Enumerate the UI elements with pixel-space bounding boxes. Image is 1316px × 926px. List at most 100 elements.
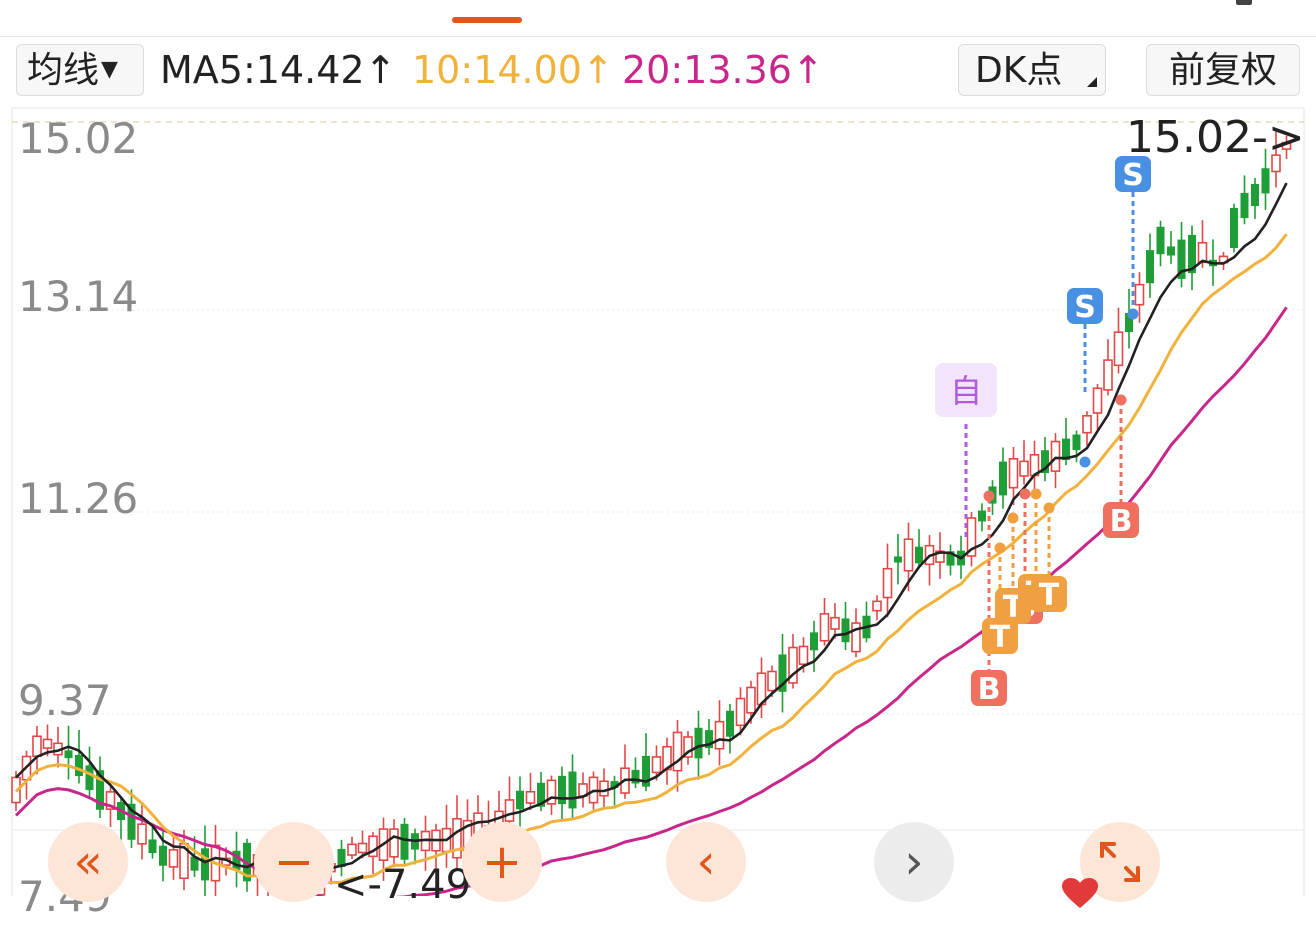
candle-body (1240, 192, 1249, 219)
candle-body (64, 750, 73, 759)
candle-body (1134, 283, 1145, 306)
zoom-out-button[interactable]: − (254, 822, 334, 902)
buy-signal-label: B (978, 672, 1001, 707)
candle-body (1092, 387, 1103, 414)
candle-body (159, 845, 167, 866)
candle-body (767, 670, 777, 692)
candle-body (810, 632, 818, 651)
candle-body (1082, 415, 1092, 434)
candle-body (137, 823, 147, 845)
candle-body (558, 775, 566, 805)
signal-dot (1007, 512, 1019, 524)
double-chevron-left-icon: « (73, 834, 103, 890)
signal-dot (1079, 456, 1091, 468)
candle-body (347, 843, 357, 856)
prev-button[interactable]: ‹ (666, 822, 746, 902)
rewind-button[interactable]: « (48, 822, 128, 902)
candle-body (726, 710, 734, 737)
candle-body (872, 600, 882, 612)
buy-signal: B (1103, 502, 1139, 539)
candle-body (568, 771, 577, 809)
candle-body (1167, 246, 1175, 256)
candle-body (672, 731, 683, 772)
high-price-callout: 15.02-> (1126, 112, 1305, 163)
candle-body (1008, 458, 1019, 489)
y-axis-label: 15.02 (18, 114, 139, 163)
self-marker: 自 (935, 363, 997, 417)
candle-body (85, 765, 94, 791)
t-signal: T (1031, 576, 1067, 613)
candle-body (1103, 359, 1113, 391)
candle-body (357, 842, 368, 854)
candle-body (841, 618, 850, 643)
candle-body (1261, 168, 1270, 194)
candle-body (201, 848, 209, 881)
t-signal-label: T (990, 620, 1011, 655)
candle-body (75, 754, 83, 777)
sell-signal-label: S (1074, 290, 1096, 325)
candlestick-chart[interactable]: SSBBBTTTT自 (0, 0, 1316, 896)
candle-body (746, 686, 756, 714)
signal-dot (1115, 394, 1127, 406)
signal-dot (1030, 488, 1042, 500)
candle-body (148, 839, 157, 854)
candle-body (735, 697, 746, 727)
next-button[interactable]: › (874, 822, 954, 902)
chevron-left-icon: ‹ (696, 834, 716, 890)
ma5-line (15, 182, 1288, 875)
t-signal-label: T (1039, 578, 1060, 613)
candle-body (32, 735, 42, 758)
signal-dot (1019, 488, 1031, 500)
candle-body (894, 556, 902, 563)
candle-body (516, 790, 524, 810)
minus-icon: − (273, 834, 315, 890)
heart-icon[interactable] (1062, 878, 1098, 908)
candle-body (1156, 226, 1165, 255)
self-marker-label: 自 (950, 372, 982, 410)
candle-body (1251, 183, 1259, 207)
signal-dot (1043, 502, 1055, 514)
zoom-in-button[interactable]: + (462, 822, 542, 902)
candle-body (999, 461, 1007, 496)
candles (11, 131, 1292, 896)
candle-body (389, 828, 399, 858)
candle-body (599, 780, 609, 797)
buy-signal-label: B (1110, 504, 1133, 539)
trade-signals: SSBBBTTTT自 (935, 156, 1151, 707)
candle-body (1230, 208, 1238, 248)
candle-body (1050, 440, 1061, 472)
candle-body (651, 756, 662, 774)
candle-body (915, 546, 923, 564)
ma10-line (14, 233, 1288, 885)
buy-signal: B (971, 670, 1007, 707)
candle-body (903, 538, 914, 572)
sell-signal-label: S (1122, 158, 1144, 193)
candle-body (525, 790, 536, 804)
y-axis-label: 9.37 (18, 676, 112, 725)
y-axis-label: 13.14 (18, 272, 139, 321)
candle-body (400, 823, 409, 860)
low-price-callout: <-7.49 (334, 862, 472, 908)
candle-body (830, 616, 840, 630)
signal-dot (994, 542, 1006, 554)
candle-body (42, 738, 53, 749)
candle-body (978, 510, 986, 522)
sell-signal: S (1067, 288, 1103, 325)
candle-body (1072, 434, 1081, 451)
signal-dot (1127, 308, 1139, 320)
candle-body (504, 799, 515, 822)
candle-body (714, 720, 725, 750)
candle-body (1197, 241, 1208, 264)
signal-dot (983, 490, 995, 502)
candle-body (694, 727, 703, 759)
candle-body (1113, 331, 1124, 367)
candle-body (851, 622, 861, 653)
y-axis-label: 11.26 (18, 474, 139, 523)
chevron-right-icon: › (904, 834, 924, 890)
candle-body (819, 613, 830, 642)
candle-body (1146, 250, 1154, 284)
candle-body (168, 849, 179, 868)
candle-body (798, 645, 809, 665)
candle-body (882, 567, 893, 599)
plus-icon: + (481, 834, 523, 890)
